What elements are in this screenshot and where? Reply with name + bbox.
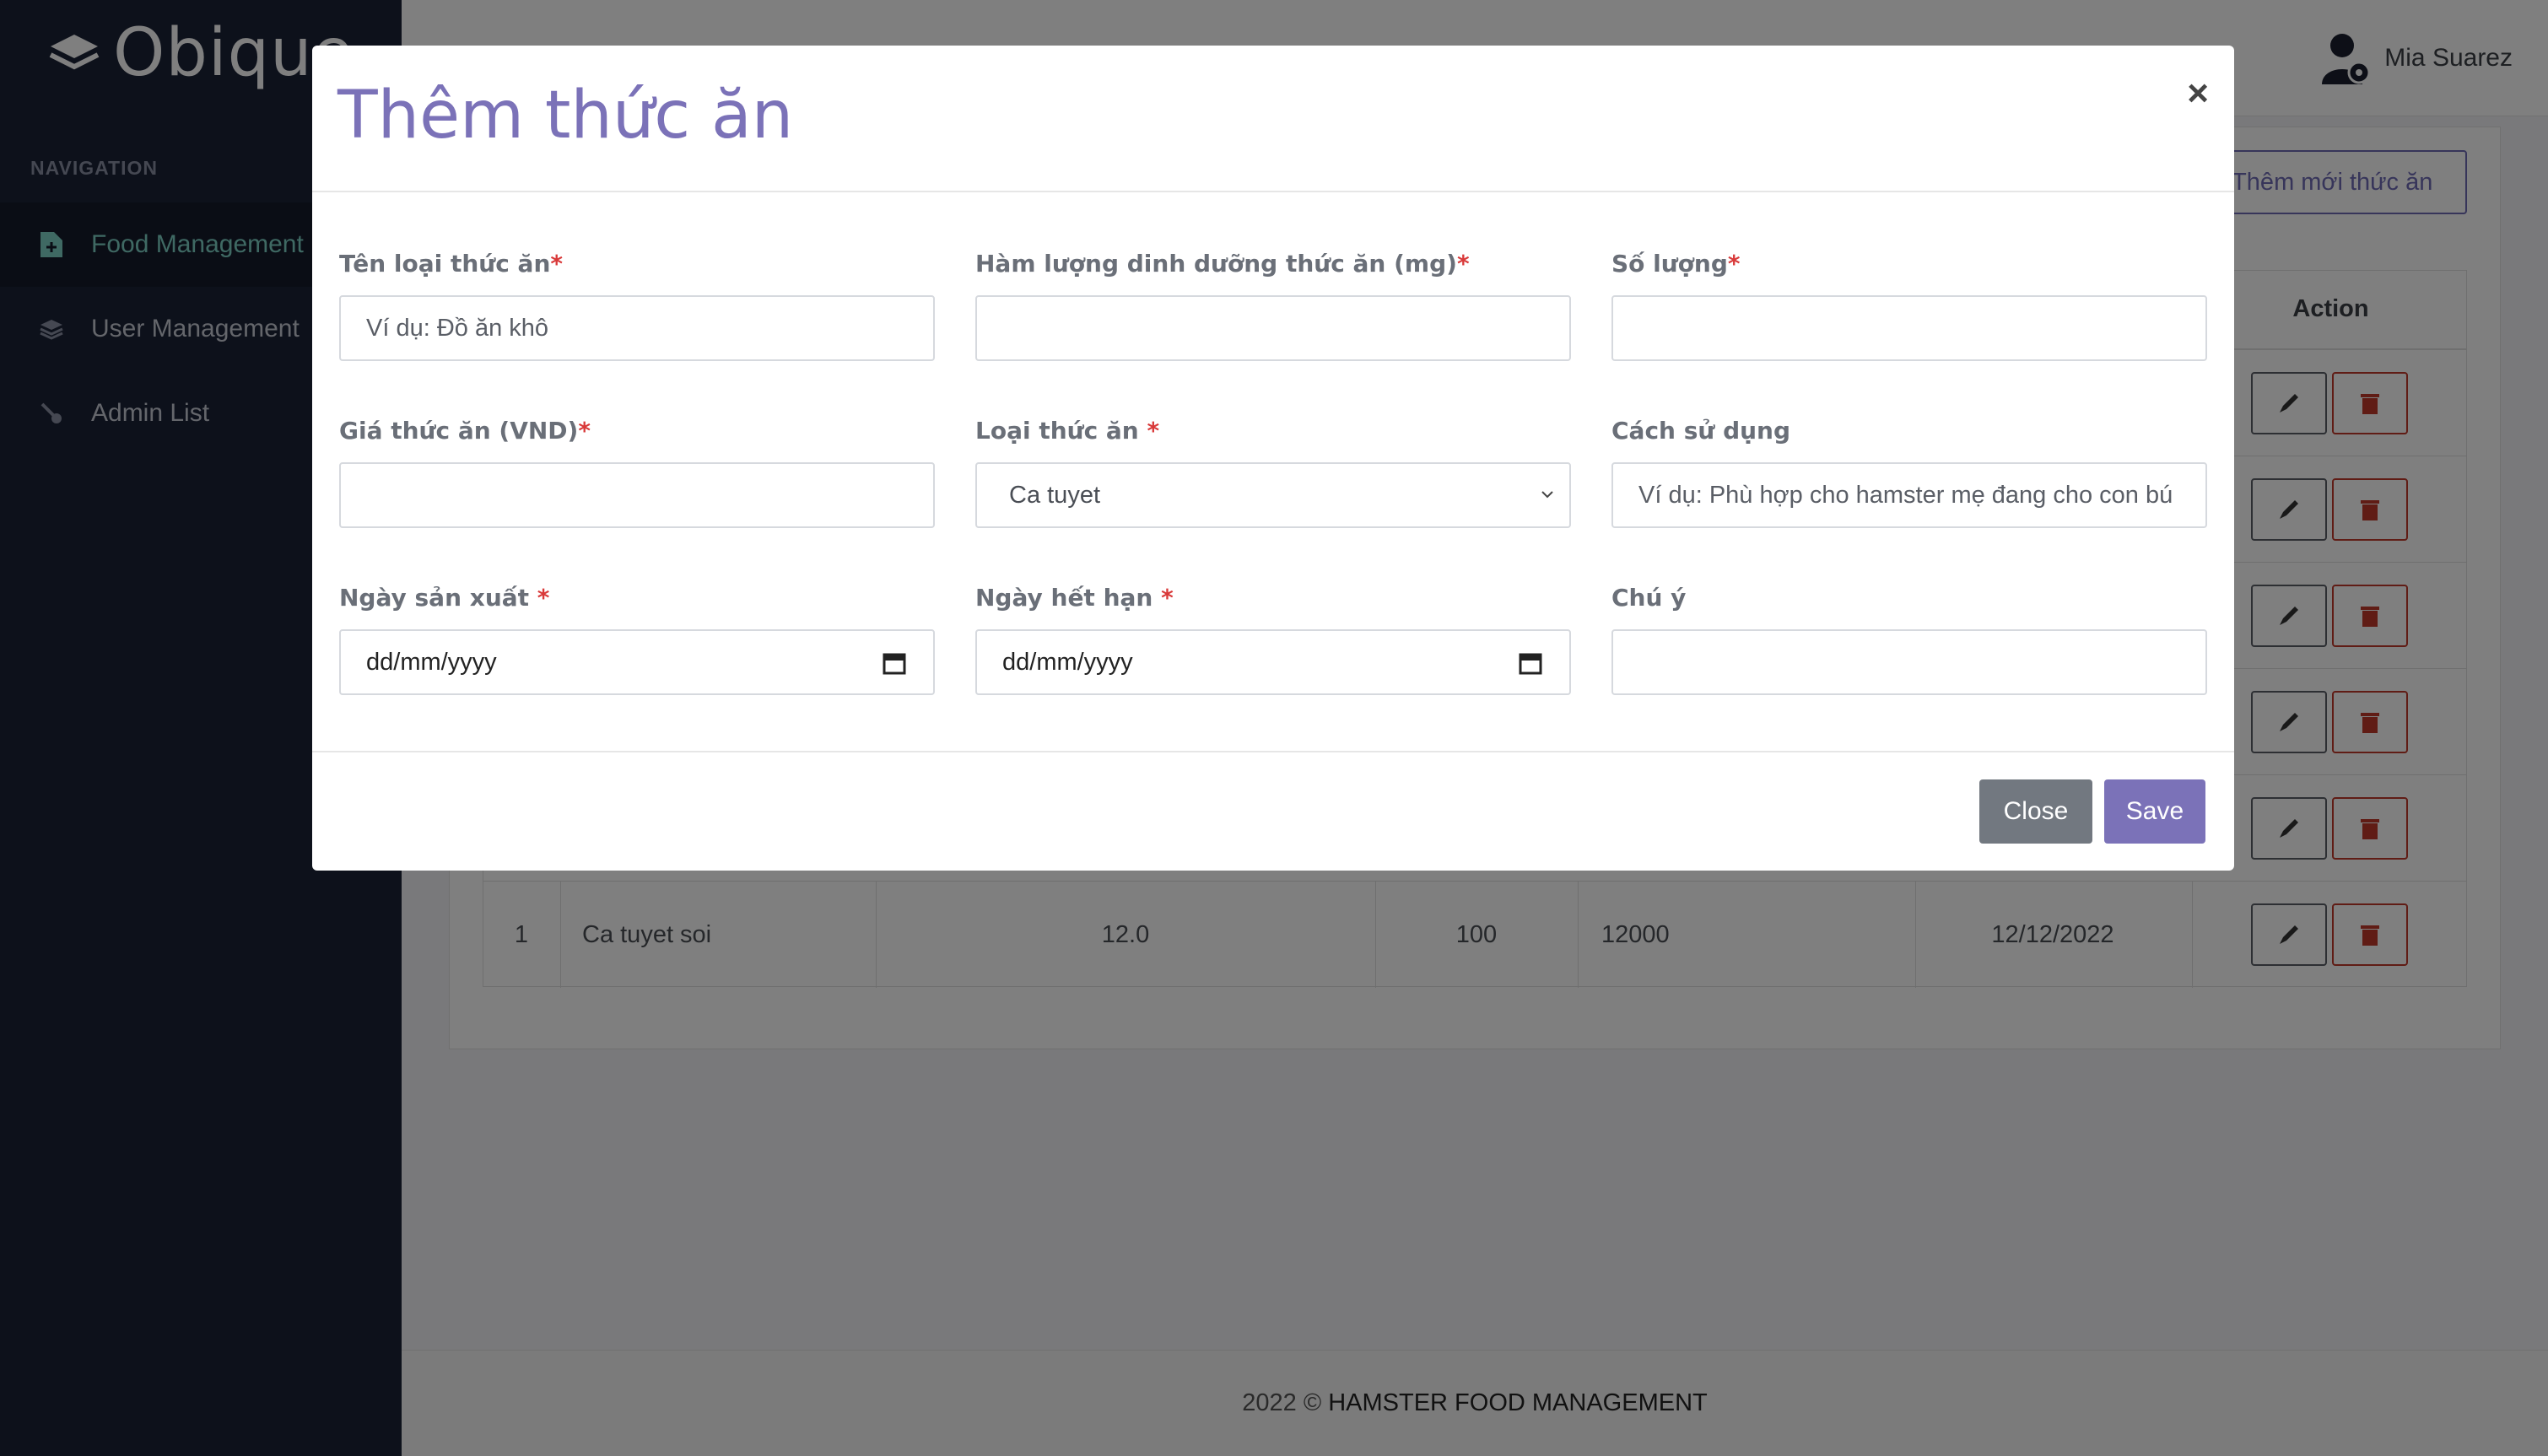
nutrition-label: Hàm lượng dinh dưỡng thức ăn (mg)*	[975, 250, 1470, 278]
modal-title: Thêm thức ăn	[337, 78, 794, 154]
price-input[interactable]	[339, 462, 935, 528]
mfg-date-input[interactable]: dd/mm/yyyy	[339, 629, 935, 695]
type-selected: Ca tuyet	[1009, 481, 1100, 509]
type-select[interactable]: Ca tuyet	[975, 462, 1571, 528]
calendar-icon[interactable]	[1517, 650, 1544, 677]
usage-input[interactable]: Ví dụ: Phù hợp cho hamster mẹ đang cho c…	[1611, 462, 2207, 528]
exp-date-placeholder: dd/mm/yyyy	[1002, 648, 1133, 676]
exp-date-input[interactable]: dd/mm/yyyy	[975, 629, 1571, 695]
mfg-date-placeholder: dd/mm/yyyy	[366, 648, 497, 676]
food-name-input[interactable]: Ví dụ: Đồ ăn khô	[339, 295, 935, 361]
type-label: Loại thức ăn *	[975, 417, 1160, 445]
quantity-input[interactable]	[1611, 295, 2207, 361]
save-button[interactable]: Save	[2104, 779, 2205, 844]
add-food-modal: Thêm thức ăn × Tên loại thức ăn* Ví dụ: …	[312, 46, 2234, 871]
close-button[interactable]: Close	[1979, 779, 2092, 844]
name-label: Tên loại thức ăn*	[339, 250, 564, 278]
calendar-icon[interactable]	[881, 650, 908, 677]
usage-label: Cách sử dụng	[1611, 417, 1791, 445]
mfg-date-label: Ngày sản xuất *	[339, 584, 550, 612]
modal-header: Thêm thức ăn ×	[312, 46, 2234, 192]
note-input[interactable]	[1611, 629, 2207, 695]
nutrition-input[interactable]	[975, 295, 1571, 361]
quantity-label: Số lượng*	[1611, 250, 1741, 278]
food-name-placeholder: Ví dụ: Đồ ăn khô	[366, 314, 549, 342]
note-label: Chú ý	[1611, 584, 1687, 612]
price-label: Giá thức ăn (VND)*	[339, 417, 591, 445]
usage-placeholder: Ví dụ: Phù hợp cho hamster mẹ đang cho c…	[1638, 481, 2173, 509]
close-icon[interactable]: ×	[2187, 73, 2209, 115]
modal-footer-divider	[312, 751, 2234, 752]
exp-date-label: Ngày hết hạn *	[975, 584, 1174, 612]
chevron-down-icon	[1541, 491, 1553, 499]
